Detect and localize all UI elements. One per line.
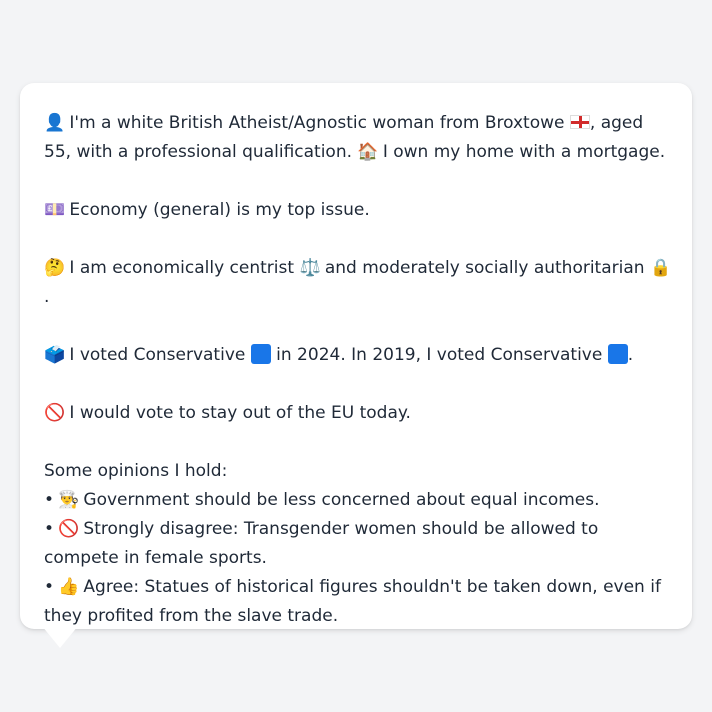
money-icon: 💷 [44,200,66,220]
thinking-face-icon: 🤔 [44,258,66,278]
opinion-item: • 🚫 Strongly disagree: Transgender women … [44,515,670,573]
stance-end: . [44,287,50,307]
opinion-item: • 👨‍🍳 Government should be less concerned… [44,486,670,515]
ballot-box-icon: 🗳️ [44,345,66,365]
eu-text: I would vote to stay out of the EU today… [69,403,411,423]
no-entry-icon: 🚫 [58,519,80,539]
blue-square-icon [607,344,628,364]
scales-icon: ⚖️ [299,258,321,278]
chef-icon: 👨‍🍳 [58,490,80,510]
demographics-text-c: I own my home with a mortgage. [382,142,666,162]
opinions-header: Some opinions I hold: [44,461,228,481]
blue-square-icon [250,344,271,364]
issue-paragraph: 💷 Economy (general) is my top issue. [44,196,670,225]
stance-text-a: I am economically centrist [69,258,295,278]
opinion-text: Strongly disagree: Transgender women sho… [44,519,599,568]
lock-icon: 🔒 [649,258,672,278]
issue-text: Economy (general) is my top issue. [69,200,370,220]
eu-paragraph: 🚫 I would vote to stay out of the EU tod… [44,399,670,428]
opinion-text: Government should be less concerned abou… [83,490,600,510]
house-icon: 🏠 [357,142,379,162]
vote-text-a: I voted Conservative [69,345,246,365]
bullet: • [44,490,55,510]
no-entry-icon: 🚫 [44,403,66,423]
stance-paragraph: 🤔 I am economically centrist ⚖️ and mode… [44,254,672,312]
stance-text-b: and moderately socially authoritarian [324,258,645,278]
demographics-text-a: I'm a white British Atheist/Agnostic wom… [69,113,565,133]
demographics-paragraph: 👤 I'm a white British Atheist/Agnostic w… [44,109,670,167]
bullet: • [44,519,55,539]
thumbs-up-icon: 👍 [58,577,80,597]
england-flag-icon [569,115,590,129]
vote-end: . [627,345,634,365]
bullet: • [44,577,55,597]
bubble-tail [42,626,78,648]
person-icon: 👤 [44,113,66,133]
opinion-item: • 👍 Agree: Statues of historical figures … [44,573,670,631]
stage: 👤 I'm a white British Atheist/Agnostic w… [0,0,712,712]
vote-paragraph: 🗳️ I voted Conservative in 2024. In 2019… [44,341,670,370]
message-bubble: 👤 I'm a white British Atheist/Agnostic w… [20,83,692,629]
opinion-text: Agree: Statues of historical figures sho… [44,577,661,626]
vote-text-b: in 2024. In 2019, I voted Conservative [276,345,603,365]
